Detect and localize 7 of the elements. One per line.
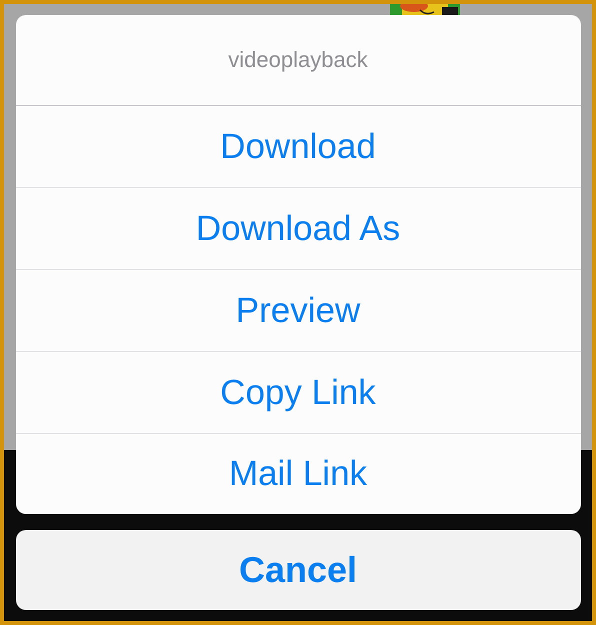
action-button[interactable]: Download As bbox=[16, 188, 580, 270]
action-button[interactable]: Copy Link bbox=[16, 352, 580, 434]
sheet-title: videoplayback bbox=[16, 15, 580, 106]
action-button[interactable]: Download bbox=[16, 106, 580, 188]
cancel-button[interactable]: Cancel bbox=[16, 530, 580, 610]
action-button[interactable]: Preview bbox=[16, 270, 580, 352]
action-button[interactable]: Mail Link bbox=[16, 434, 580, 514]
